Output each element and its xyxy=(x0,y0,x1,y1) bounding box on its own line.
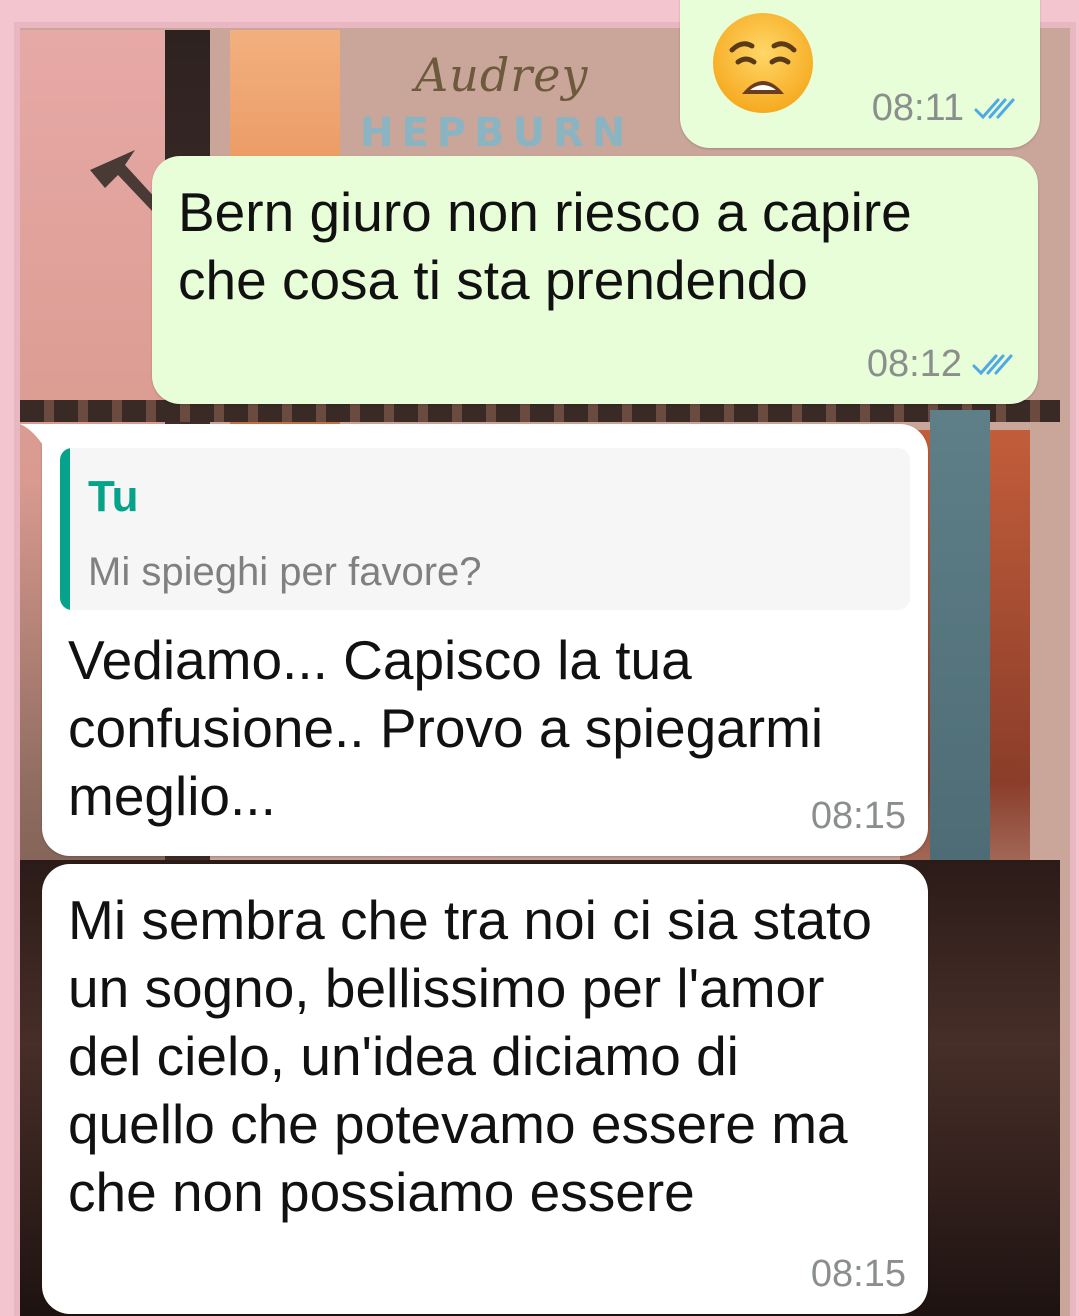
message-bubble-incoming[interactable]: Mi sembra che tra noi ci sia stato un so… xyxy=(42,864,928,1314)
quoted-message[interactable]: Tu Mi spieghi per favore? xyxy=(60,448,910,610)
message-time: 08:12 xyxy=(866,343,962,385)
message-bubble-outgoing[interactable]: Bern giuro non riesco a capire che cosa … xyxy=(152,156,1038,404)
wallpaper-logo-script: Audrey xyxy=(415,48,589,102)
message-text: Bern giuro non riesco a capire che cosa … xyxy=(178,181,912,311)
message-meta: 08:15 xyxy=(811,795,906,838)
message-bubble-incoming[interactable]: Tu Mi spieghi per favore? Vediamo... Cap… xyxy=(20,424,928,856)
quote-text: Mi spieghi per favore? xyxy=(88,550,482,594)
message-time: 08:15 xyxy=(810,1253,906,1295)
weary-face-emoji-icon xyxy=(713,13,813,113)
quote-author: Tu xyxy=(88,472,139,521)
message-text: Vediamo... Capisco la tua confusione.. P… xyxy=(68,629,824,827)
message-meta: 08:15 xyxy=(811,1253,906,1296)
quote-accent-bar xyxy=(60,448,70,610)
message-time: 08:11 xyxy=(871,87,964,129)
read-receipt-icon xyxy=(974,98,1015,119)
message-time: 08:15 xyxy=(810,795,906,837)
bubble-tail xyxy=(20,424,46,450)
read-receipt-icon xyxy=(972,354,1013,375)
message-meta: 08:11 xyxy=(872,87,1018,130)
wallpaper-logo-caps: HEPBURN xyxy=(360,110,634,156)
message-bubble-outgoing[interactable]: 08:11 xyxy=(680,0,1040,148)
message-text: Mi sembra che tra noi ci sia stato un so… xyxy=(68,889,872,1223)
message-meta: 08:12 xyxy=(867,343,1016,386)
